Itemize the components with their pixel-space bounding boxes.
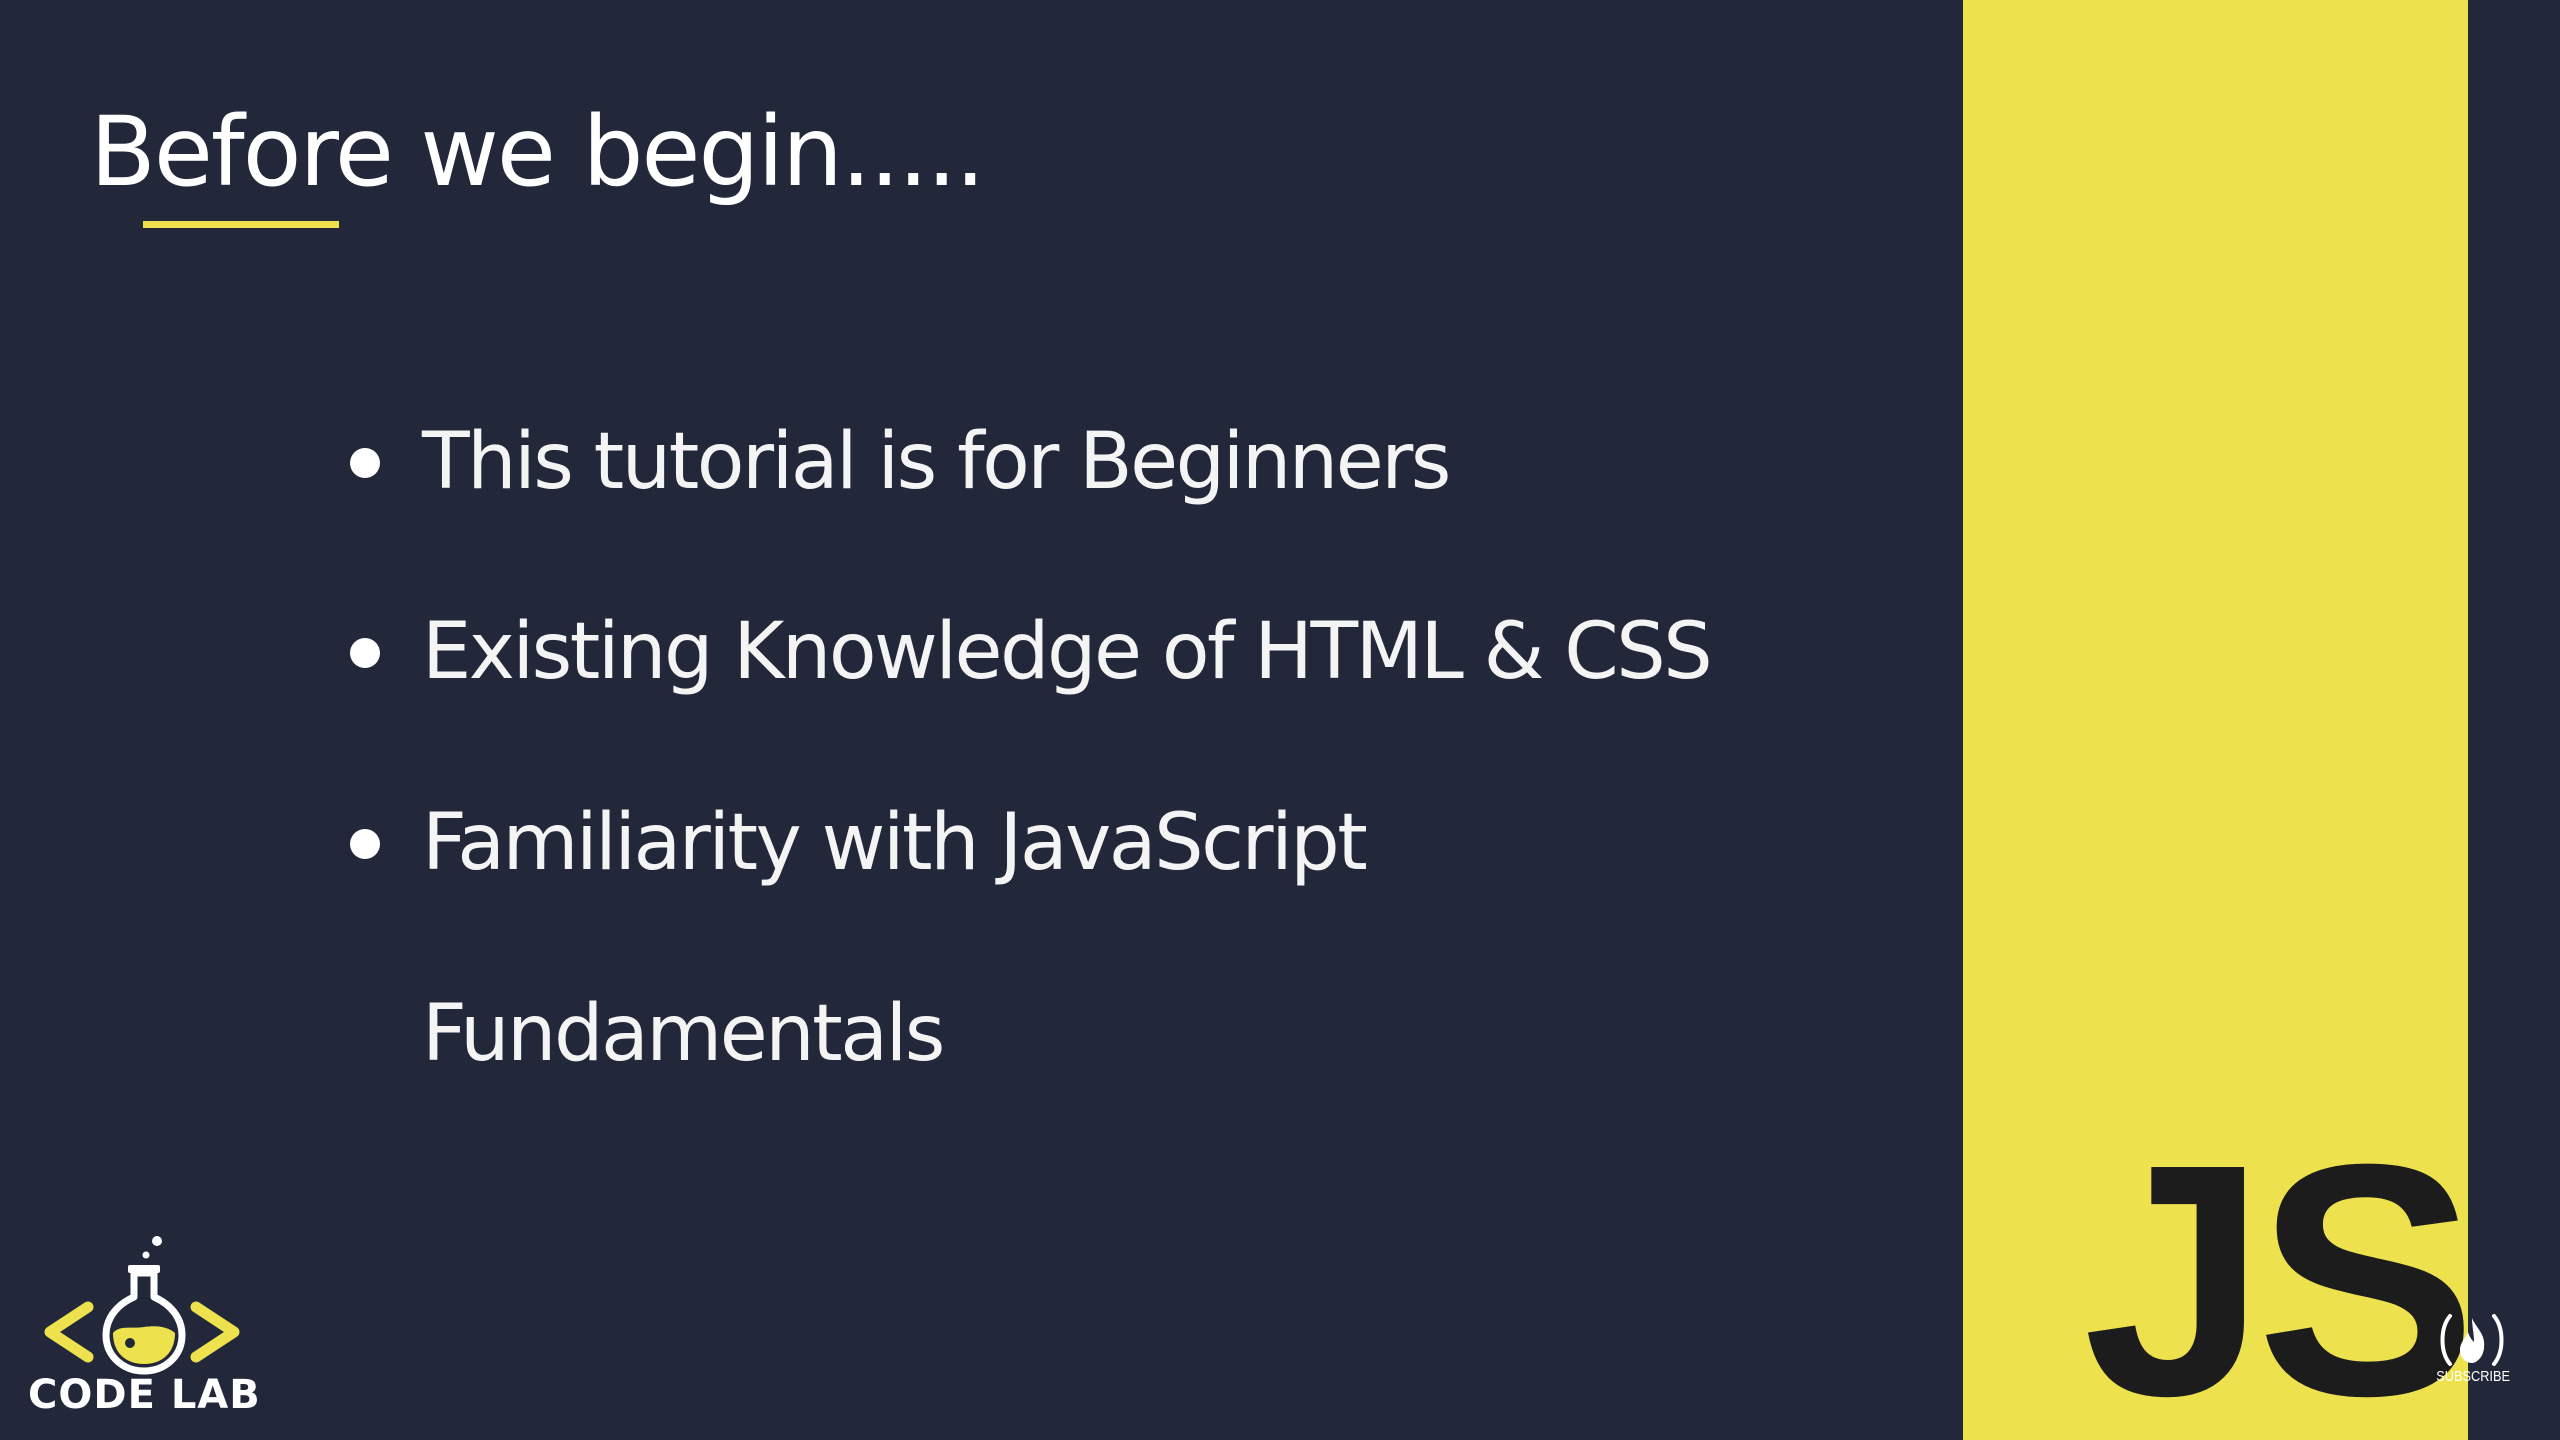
subscribe-label: SUBSCRIBE	[2436, 1368, 2510, 1385]
code-lab-logo: CODE LAB	[20, 1225, 270, 1420]
bullet-text: This tutorial is for Beginners	[422, 417, 1451, 507]
bullet-text: Existing Knowledge of HTML & CSS	[422, 607, 1713, 697]
fire-icon	[2440, 1314, 2504, 1366]
bullet-continuation-text: Fundamentals	[422, 989, 945, 1079]
subscribe-watermark[interactable]: SUBSCRIBE	[2430, 1310, 2514, 1394]
js-mark: JS	[2083, 1095, 2477, 1440]
logo-text: CODE LAB	[28, 1372, 261, 1418]
bullet-dot	[350, 448, 380, 478]
bullet-dot	[350, 829, 380, 859]
title-underline	[143, 221, 339, 228]
js-panel: JS	[1963, 0, 2477, 1440]
bullet-text: Familiarity with JavaScript	[422, 798, 1368, 888]
flask-code-brackets-icon	[44, 1236, 240, 1375]
bullet-dot	[350, 638, 380, 668]
slide-title: Before we begin.....	[90, 96, 986, 208]
